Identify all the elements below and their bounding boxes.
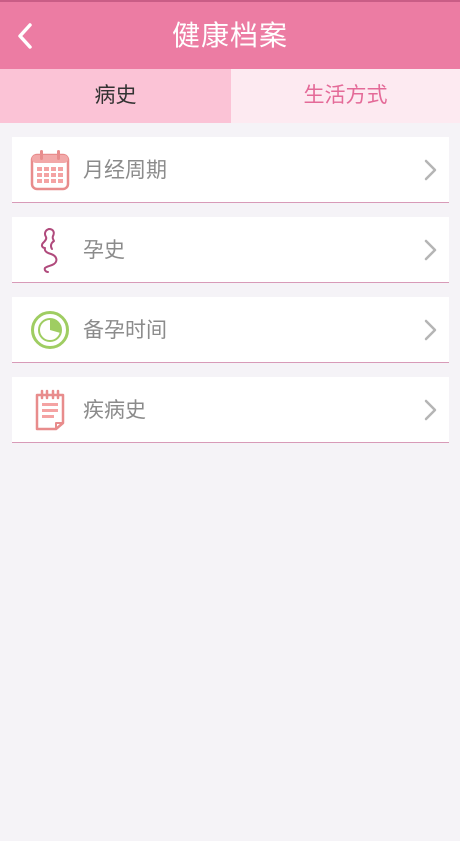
- list-item-menstrual-cycle[interactable]: 月经周期: [12, 137, 449, 203]
- page-title: 健康档案: [171, 19, 288, 52]
- chevron-right-icon: [424, 159, 437, 181]
- chevron-right-icon: [424, 319, 437, 341]
- list-item-pregnancy-history[interactable]: 孕史: [12, 217, 449, 283]
- tab-bar: 病史 生活方式: [0, 69, 460, 123]
- list-item-label: 备孕时间: [83, 318, 167, 342]
- list-item-label: 孕史: [83, 238, 125, 262]
- health-record-list: 月经周期 孕史 备孕时间 疾病史: [12, 137, 449, 457]
- app-header: 健康档案: [0, 0, 460, 69]
- pregnant-silhouette-icon: [28, 228, 72, 273]
- list-item-disease-history[interactable]: 疾病史: [12, 377, 449, 443]
- list-item-conception-time[interactable]: 备孕时间: [12, 297, 449, 363]
- clock-icon: [28, 308, 72, 352]
- list-item-label: 月经周期: [83, 158, 167, 182]
- calendar-icon: [28, 148, 72, 192]
- tab-medical-history[interactable]: 病史: [0, 69, 231, 123]
- tab-lifestyle[interactable]: 生活方式: [231, 69, 460, 123]
- list-item-label: 疾病史: [83, 398, 146, 422]
- medical-record-icon: [28, 388, 72, 432]
- chevron-right-icon: [424, 399, 437, 421]
- chevron-right-icon: [424, 239, 437, 261]
